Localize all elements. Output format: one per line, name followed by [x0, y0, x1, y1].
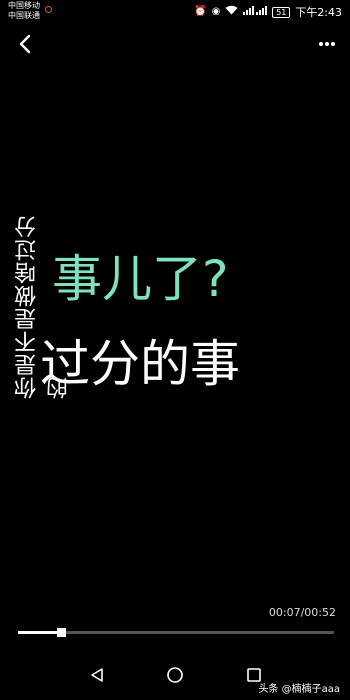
more-dots-icon [319, 42, 335, 46]
progress-thumb[interactable] [56, 628, 66, 637]
clock: 下午2:43 [295, 6, 342, 19]
video-player[interactable]: 你是不是做啥过分的 事儿了? 过分的事 00:07/00:52 [0, 64, 350, 650]
watermark: 头条 @楠楠子aaa [258, 684, 340, 695]
status-icons: ⏰ ◉ 51 下午2:43 [194, 4, 342, 20]
header [0, 24, 350, 64]
nav-back-button[interactable] [86, 666, 108, 684]
wifi-icon [225, 5, 238, 19]
progress-bar[interactable] [18, 628, 334, 637]
carrier-1: 中国移动 [8, 1, 40, 10]
signal-icon [243, 5, 268, 19]
battery-icon: 51 [272, 6, 291, 18]
nav-home-button[interactable] [164, 666, 186, 684]
carrier-2: 中国联通 [8, 11, 40, 20]
caption-white: 过分的事 [40, 335, 240, 393]
back-button[interactable] [10, 30, 40, 58]
status-bar: 中国移动 中国联通 ⏰ ◉ 51 下午2:43 [0, 0, 350, 24]
chevron-left-icon [19, 34, 31, 54]
back-triangle-icon [91, 668, 103, 682]
alarm-icon: ⏰ [194, 6, 207, 17]
record-icon [45, 6, 52, 13]
progress-fill [18, 631, 61, 634]
carrier-info: 中国移动 中国联通 [8, 1, 40, 21]
time-display: 00:07/00:52 [268, 606, 336, 619]
eye-icon: ◉ [211, 6, 221, 17]
more-button[interactable] [312, 30, 342, 58]
caption-green: 事儿了? [52, 250, 229, 308]
home-circle-icon [167, 667, 183, 683]
